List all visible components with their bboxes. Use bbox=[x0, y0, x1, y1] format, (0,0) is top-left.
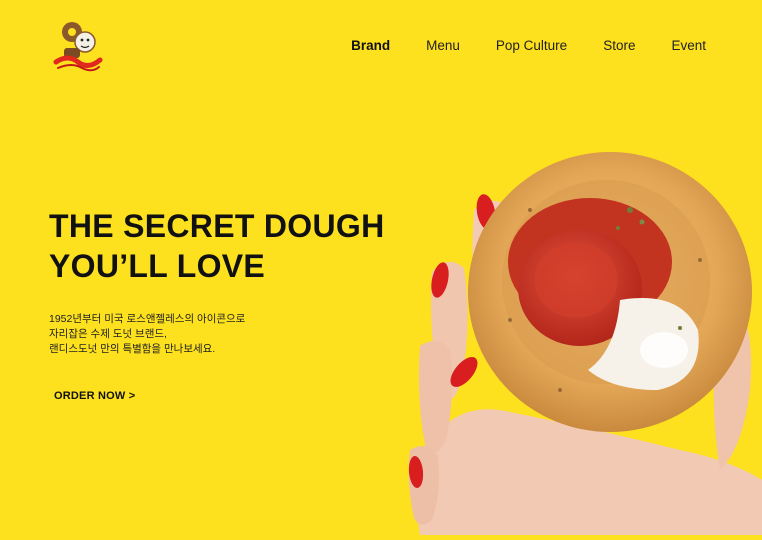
hero-title: THE SECRET DOUGH YOU’LL LOVE bbox=[49, 206, 385, 286]
hero-description-line-3: 랜디스도넛 만의 특별함을 만나보세요. bbox=[49, 343, 216, 355]
nav-item-pop-culture[interactable]: Pop Culture bbox=[496, 38, 567, 53]
hero-description: 1952년부터 미국 로스앤젤레스의 아이콘으로 자리잡은 수제 도넛 브랜드,… bbox=[49, 312, 245, 357]
pizza-donut-image bbox=[408, 152, 762, 535]
hero-title-line-1: THE SECRET DOUGH bbox=[49, 208, 385, 244]
main-nav: Brand Menu Pop Culture Store Event bbox=[351, 38, 706, 53]
hero-image bbox=[380, 150, 762, 535]
hero-description-line-1: 1952년부터 미국 로스앤젤레스의 아이콘으로 bbox=[49, 313, 246, 325]
brand-logo[interactable] bbox=[52, 18, 104, 72]
order-now-button[interactable]: ORDER NOW > bbox=[54, 390, 135, 402]
donut-mascot-icon bbox=[53, 22, 103, 72]
nav-item-brand[interactable]: Brand bbox=[351, 38, 390, 53]
nav-item-store[interactable]: Store bbox=[603, 38, 635, 53]
hero-description-line-2: 자리잡은 수제 도넛 브랜드, bbox=[49, 328, 167, 340]
nav-item-menu[interactable]: Menu bbox=[426, 38, 460, 53]
hero-title-line-2: YOU’LL LOVE bbox=[49, 248, 266, 284]
nav-item-event[interactable]: Event bbox=[671, 38, 706, 53]
